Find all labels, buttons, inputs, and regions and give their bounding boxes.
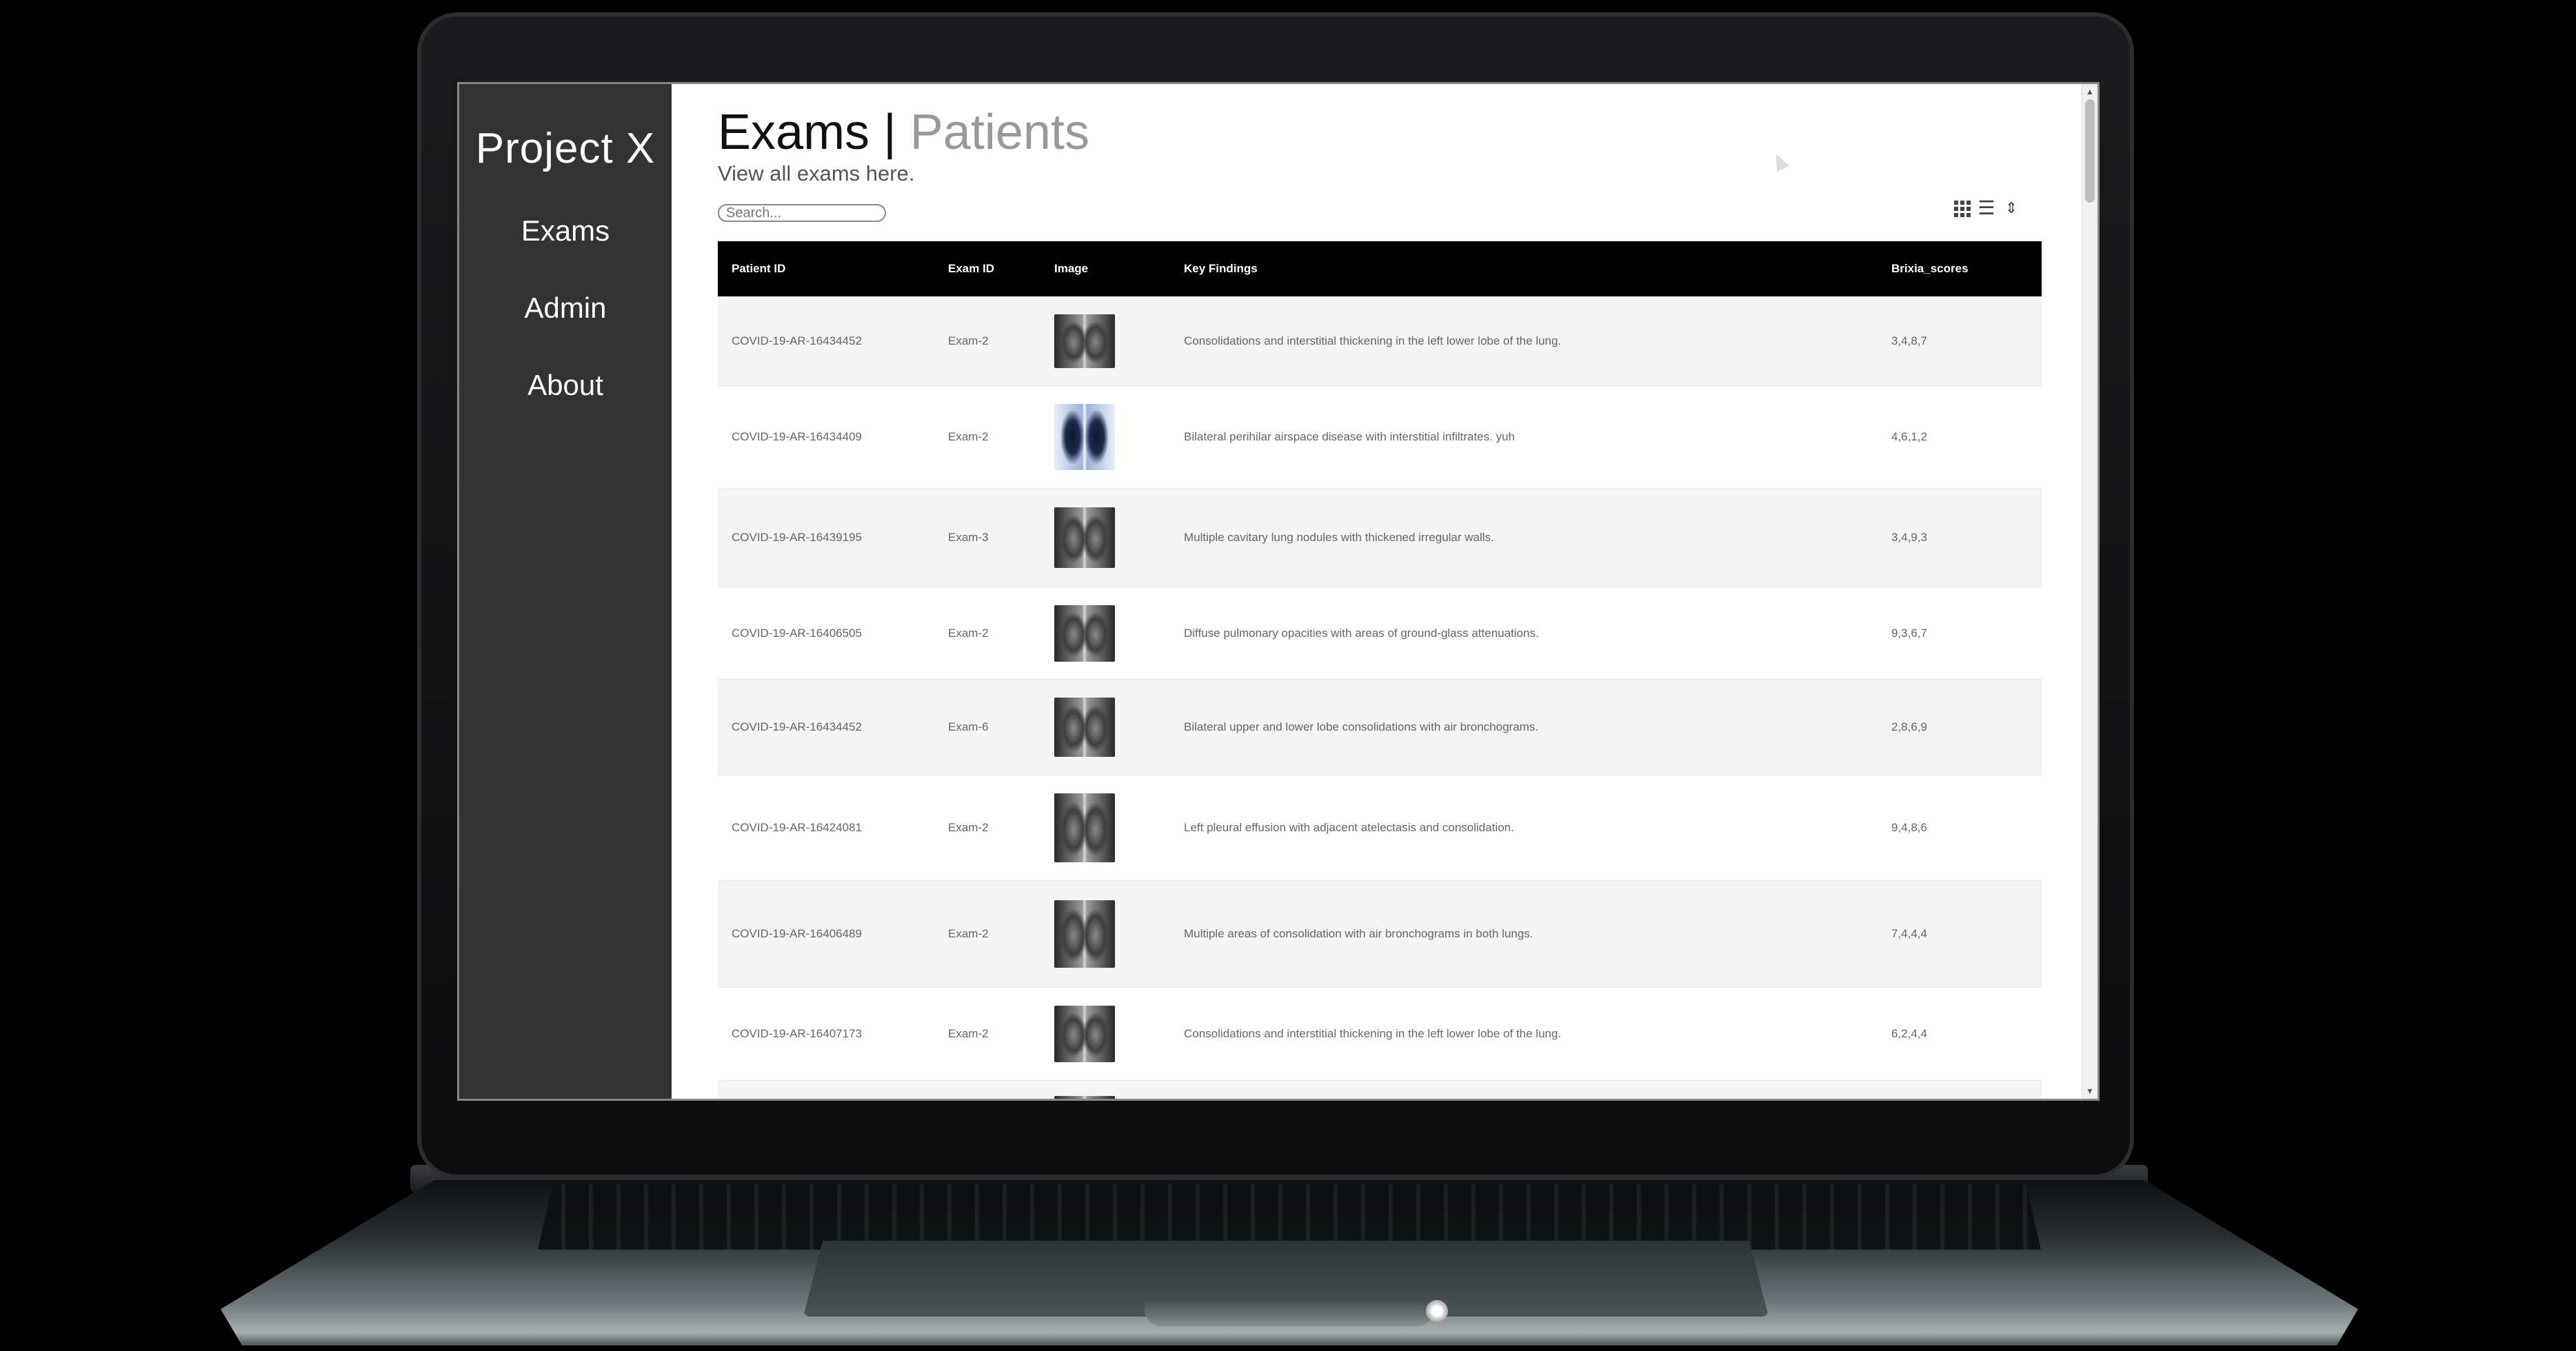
table-row[interactable]: COVID-19-AR-16434409 Exam-2 Bilateral pe… [718,386,2042,489]
laptop-keyboard [538,1184,2041,1250]
vertical-scrollbar[interactable]: ▲ ▼ [2082,84,2097,1099]
table-row[interactable]: COVID-19-AR-16406505 Exam-2 Diffuse pulm… [718,587,2042,680]
title-separator: | [883,105,896,160]
cell-exam-id: Exam-2 [948,821,989,834]
xray-thumbnail[interactable] [1054,507,1115,568]
laptop-notch [1145,1301,1434,1326]
main-content: Exams | Patients View all exams here. ☰ … [672,84,2097,1099]
cell-image [1054,793,1184,862]
column-header-exam-id[interactable]: Exam ID [948,262,1054,276]
cell-image [1054,698,1184,757]
sidebar: Project X Exams Admin About [459,84,672,1099]
tab-exams[interactable]: Exams [718,105,869,160]
tab-patients[interactable]: Patients [910,105,1089,160]
cell-exam-id: Exam-2 [948,1027,989,1040]
cell-image [1054,1081,1184,1099]
scroll-up-arrow-icon[interactable]: ▲ [2086,87,2094,96]
cell-patient-id: COVID-19-AR-16406489 [732,927,862,940]
nav-item-exams[interactable]: Exams [521,214,610,247]
cell-image [1054,404,1184,470]
nav-item-admin[interactable]: Admin [524,292,606,325]
column-header-patient-id[interactable]: Patient ID [718,262,948,276]
xray-thumbnail[interactable] [1054,1006,1115,1062]
grid-icon[interactable] [1954,201,1971,217]
sort-icon[interactable]: ⇕ [2002,200,2020,218]
cell-patient-id: COVID-19-AR-16434452 [732,334,862,347]
column-header-brixia-scores[interactable]: Brixia_scores [1891,262,2042,276]
laptop-light-dot [1426,1300,1448,1322]
cell-exam-id: Exam-2 [948,927,989,940]
xray-thumbnail[interactable] [1054,605,1115,662]
cell-brixia-scores: 4,6,1,2 [1891,430,1927,443]
cell-key-findings: Consolidations and interstitial thickeni… [1184,334,1562,347]
cell-patient-id: COVID-19-AR-16407173 [732,1027,862,1040]
cell-key-findings: Multiple cavitary lung nodules with thic… [1184,531,1494,544]
xray-thumbnail[interactable] [1054,314,1115,368]
cell-key-findings: Left pleural effusion with adjacent atel… [1184,821,1514,834]
xray-thumbnail[interactable] [1054,698,1115,757]
table-row-partial[interactable] [718,1081,2042,1099]
cell-image [1054,605,1184,662]
cell-patient-id: COVID-19-AR-16439195 [732,531,862,544]
exams-table: Patient ID Exam ID Image Key Findings Br… [718,241,2042,1099]
table-row[interactable]: COVID-19-AR-16434452 Exam-6 Bilateral up… [718,680,2042,775]
page-subtitle: View all exams here. [718,161,915,185]
table-row[interactable]: COVID-19-AR-16434452 Exam-2 Consolidatio… [718,296,2042,386]
table-body: COVID-19-AR-16434452 Exam-2 Consolidatio… [718,296,2042,1099]
view-toggles: ☰ ⇕ [1954,199,2020,218]
scroll-thumb[interactable] [2085,99,2095,203]
table-row[interactable]: COVID-19-AR-16406489 Exam-2 Multiple are… [718,881,2042,988]
cell-brixia-scores: 7,4,4,4 [1891,927,1927,940]
scroll-down-arrow-icon[interactable]: ▼ [2086,1086,2094,1096]
cell-brixia-scores: 9,3,6,7 [1891,626,1927,640]
cell-patient-id: COVID-19-AR-16434409 [732,430,862,443]
page-title: Exams | Patients [718,105,2097,160]
cell-brixia-scores: 3,4,8,7 [1891,334,1927,347]
cell-patient-id: COVID-19-AR-16406505 [732,626,862,640]
table-row[interactable]: COVID-19-AR-16439195 Exam-3 Multiple cav… [718,489,2042,587]
cell-key-findings: Diffuse pulmonary opacities with areas o… [1184,626,1539,640]
cell-exam-id: Exam-3 [948,531,989,544]
cell-exam-id: Exam-2 [948,430,989,443]
xray-thumbnail[interactable] [1054,1096,1115,1099]
cell-image [1054,314,1184,368]
column-header-image[interactable]: Image [1054,262,1184,276]
table-row[interactable]: COVID-19-AR-16407173 Exam-2 Consolidatio… [718,988,2042,1081]
list-icon[interactable]: ☰ [1978,199,1995,218]
cell-brixia-scores: 9,4,8,6 [1891,821,1927,834]
cell-brixia-scores: 2,8,6,9 [1891,720,1927,733]
cell-key-findings: Bilateral perihilar airspace disease wit… [1184,430,1515,443]
cell-exam-id: Exam-6 [948,720,989,733]
xray-thumbnail[interactable] [1054,793,1115,862]
brand-title: Project X [475,125,656,172]
column-header-key-findings[interactable]: Key Findings [1184,262,1891,276]
cell-image [1054,1006,1184,1062]
cell-image [1054,507,1184,568]
cell-key-findings: Bilateral upper and lower lobe consolida… [1184,720,1539,733]
nav-item-about[interactable]: About [527,369,603,402]
xray-thumbnail[interactable] [1054,900,1115,968]
xray-thumbnail[interactable] [1054,404,1115,470]
cell-patient-id: COVID-19-AR-16434452 [732,720,862,733]
cell-key-findings: Consolidations and interstitial thickeni… [1184,1027,1562,1040]
cell-exam-id: Exam-2 [948,334,989,347]
cell-patient-id: COVID-19-AR-16424081 [732,821,862,834]
cell-exam-id: Exam-2 [948,626,989,640]
search-input[interactable] [718,204,886,222]
cell-brixia-scores: 3,4,9,3 [1891,531,1927,544]
app-window: Project X Exams Admin About Exams | Pati… [457,82,2100,1101]
cell-key-findings: Multiple areas of consolidation with air… [1184,927,1533,940]
table-header: Patient ID Exam ID Image Key Findings Br… [718,241,2042,296]
table-row[interactable]: COVID-19-AR-16424081 Exam-2 Left pleural… [718,775,2042,881]
cell-brixia-scores: 6,2,4,4 [1891,1027,1927,1040]
cell-image [1054,900,1184,968]
